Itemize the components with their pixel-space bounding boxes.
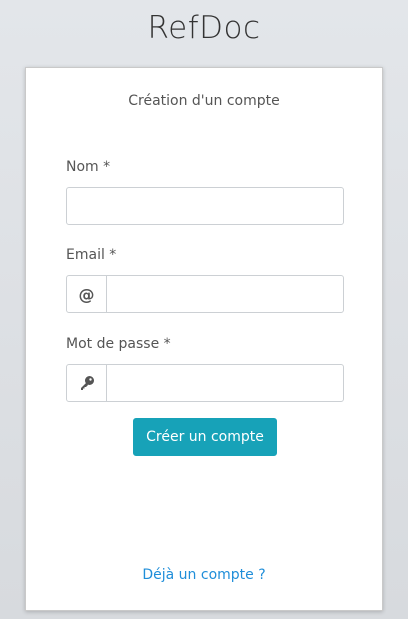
name-field[interactable]: [66, 187, 344, 225]
password-field[interactable]: [107, 365, 343, 401]
create-account-button[interactable]: Créer un compte: [133, 418, 277, 456]
key-icon: [67, 365, 107, 401]
app-title: RefDoc: [147, 10, 261, 46]
email-field[interactable]: [107, 276, 343, 312]
login-link[interactable]: Déjà un compte ?: [26, 567, 382, 583]
password-label: Mot de passe *: [66, 336, 171, 352]
at-icon: @: [67, 276, 107, 312]
email-input-group: @: [66, 275, 344, 313]
password-input-group: [66, 364, 344, 402]
name-label: Nom *: [66, 159, 111, 175]
card-title: Création d'un compte: [128, 93, 280, 109]
email-label: Email *: [66, 247, 117, 263]
signup-card: Création d'un compte Nom * Email * @ Mot…: [25, 67, 383, 611]
